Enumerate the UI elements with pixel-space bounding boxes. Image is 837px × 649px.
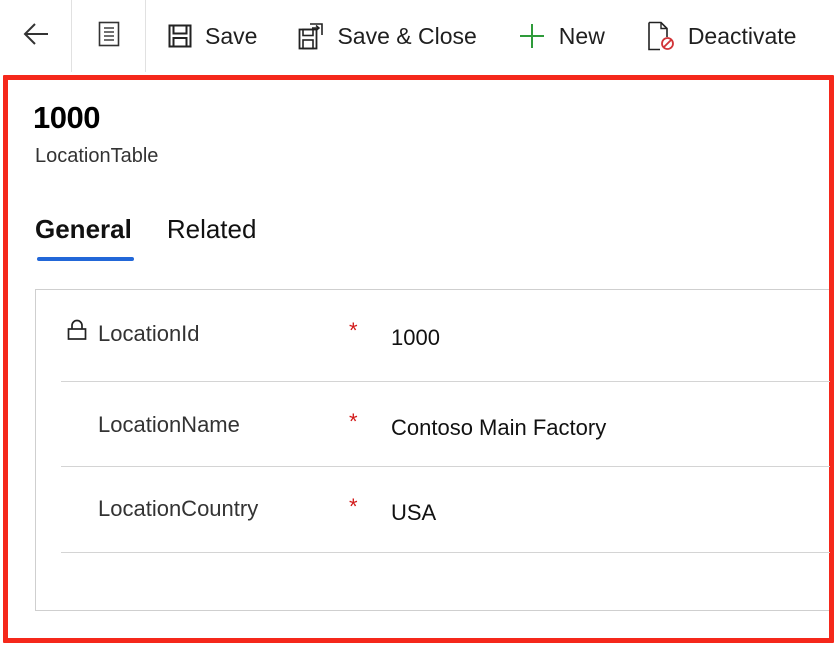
location-country-field[interactable]: USA — [391, 500, 436, 526]
tab-list: General Related — [35, 214, 257, 261]
location-name-label: LocationName — [98, 412, 240, 437]
save-and-close-icon — [298, 22, 324, 50]
deactivate-label: Deactivate — [687, 22, 797, 49]
location-name-field[interactable]: Contoso Main Factory — [391, 415, 606, 441]
general-section: LocationId * 1000 LocationName * Contoso… — [35, 289, 830, 611]
arrow-left-icon — [23, 22, 49, 50]
plus-icon — [518, 22, 546, 50]
tab-selected-indicator — [37, 257, 134, 261]
save-button[interactable]: Save — [168, 0, 257, 72]
lock-icon — [66, 319, 88, 341]
save-and-close-label: Save & Close — [337, 22, 477, 49]
deactivate-icon — [647, 21, 675, 51]
field-row-location-country: LocationCountry * USA — [61, 467, 830, 553]
location-country-label: LocationCountry — [98, 496, 259, 521]
form-document-icon — [98, 21, 120, 52]
deactivate-button[interactable]: Deactivate — [647, 0, 797, 72]
tab-related-label: Related — [166, 214, 257, 244]
new-button[interactable]: New — [518, 0, 605, 72]
command-bar: Save Save & Close New Deactivate — [0, 0, 837, 72]
field-row-location-name: LocationName * Contoso Main Factory — [61, 382, 830, 467]
location-id-value[interactable]: 1000 — [391, 325, 440, 351]
save-label: Save — [205, 22, 258, 49]
tab-related[interactable]: Related — [167, 214, 257, 255]
form-selector-button[interactable] — [72, 0, 146, 72]
tab-general[interactable]: General — [35, 214, 134, 261]
new-label: New — [558, 22, 605, 49]
tab-general-label: General — [35, 214, 132, 244]
required-indicator: * — [349, 318, 358, 343]
save-icon — [168, 24, 192, 48]
save-and-close-button[interactable]: Save & Close — [298, 0, 477, 72]
required-indicator: * — [349, 409, 358, 434]
required-indicator: * — [349, 494, 358, 519]
field-row-location-id: LocationId * 1000 — [61, 290, 830, 382]
location-id-label: LocationId — [98, 321, 200, 346]
back-button[interactable] — [0, 0, 72, 72]
record-title: 1000 — [33, 100, 100, 135]
record-entity-name: LocationTable — [35, 145, 159, 167]
